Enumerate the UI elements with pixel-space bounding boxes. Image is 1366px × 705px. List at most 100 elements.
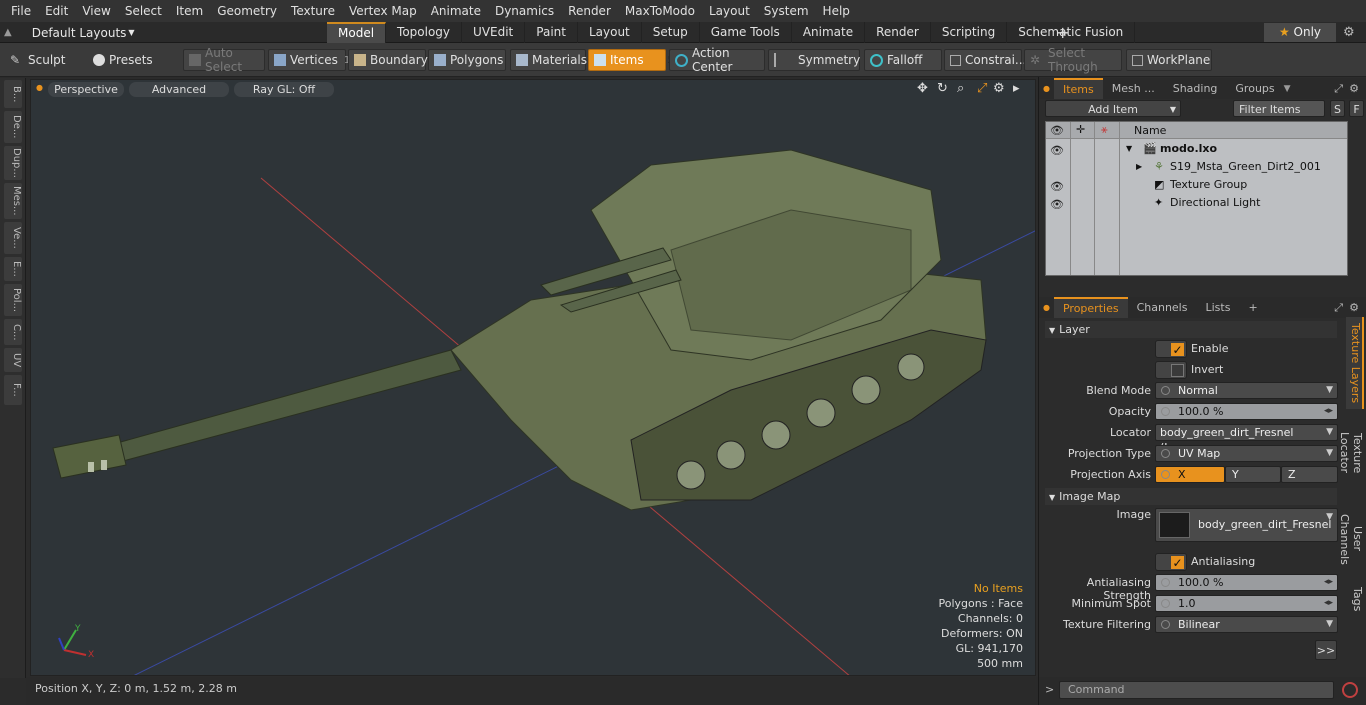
min-spot-field[interactable]: 1.0 ◂▸ — [1155, 595, 1338, 612]
filter-f-button[interactable]: F — [1349, 100, 1364, 117]
viewport-expand-icon[interactable]: ▸ — [1013, 81, 1020, 96]
tab-shading[interactable]: Shading — [1164, 79, 1227, 98]
left-tab-polygon[interactable]: Pol... — [4, 284, 22, 316]
antialiasing-checkbox[interactable]: ✓ — [1155, 553, 1187, 571]
workplane-button[interactable]: WorkPlane — [1126, 49, 1212, 71]
left-tab-basic[interactable]: B... — [4, 80, 22, 108]
tab-user-channels[interactable]: User Channels — [1338, 497, 1364, 581]
gear-icon[interactable]: ⚙ — [1343, 22, 1355, 43]
sculpt-button[interactable]: ✎ Sculpt — [5, 49, 85, 71]
tab-model[interactable]: Model — [327, 22, 387, 43]
tab-setup[interactable]: Setup — [642, 22, 700, 43]
tab-groups[interactable]: Groups — [1226, 79, 1283, 98]
add-tab-button[interactable]: + — [1056, 22, 1069, 43]
filtering-select[interactable]: Bilinear ▼ — [1155, 616, 1338, 633]
left-tab-uv[interactable]: UV — [4, 348, 22, 372]
tab-channels[interactable]: Channels — [1128, 298, 1197, 317]
menu-select[interactable]: Select — [118, 0, 169, 22]
menu-vertex-map[interactable]: Vertex Map — [342, 0, 424, 22]
view-type-dropdown[interactable]: Perspective — [48, 82, 124, 97]
tab-layout[interactable]: Layout — [578, 22, 642, 43]
viewport-menu-icon[interactable]: ● — [36, 83, 43, 92]
opacity-field[interactable]: 100.0 % ◂▸ — [1155, 403, 1338, 420]
add-item-button[interactable]: Add Item ▼ — [1045, 100, 1181, 117]
axis-y-button[interactable]: Y — [1225, 466, 1281, 483]
move-view-icon[interactable]: ✥ — [917, 81, 928, 96]
3d-viewport[interactable]: Y X ● Perspective Advanced Ray GL: Off ✥… — [30, 79, 1036, 676]
tabs-more-icon[interactable]: ▼ — [1284, 84, 1291, 94]
tab-animate[interactable]: Animate — [792, 22, 866, 43]
record-icon[interactable] — [1342, 682, 1358, 698]
menu-geometry[interactable]: Geometry — [210, 0, 284, 22]
menu-item[interactable]: Item — [169, 0, 210, 22]
viewport-gear-icon[interactable]: ⚙ — [993, 81, 1005, 96]
filter-s-button[interactable]: S — [1330, 100, 1345, 117]
tab-game-tools[interactable]: Game Tools — [700, 22, 792, 43]
constraints-button[interactable]: Constrai... — [944, 49, 1026, 71]
blend-mode-select[interactable]: Normal ▼ — [1155, 382, 1338, 399]
slider-arrows-icon[interactable]: ◂▸ — [1324, 404, 1333, 419]
menu-help[interactable]: Help — [816, 0, 857, 22]
tab-texture-locator[interactable]: Texture Locator — [1338, 411, 1364, 495]
left-tab-edge[interactable]: E... — [4, 257, 22, 281]
menu-edit[interactable]: Edit — [38, 0, 75, 22]
vertices-button[interactable]: Vertices 1 — [268, 49, 350, 71]
aa-strength-field[interactable]: 100.0 % ◂▸ — [1155, 574, 1338, 591]
expand-arrow-icon[interactable]: ▶ — [1136, 158, 1142, 176]
section-layer[interactable]: ▼ Layer — [1045, 321, 1337, 338]
axis-x-button[interactable]: X — [1155, 466, 1225, 483]
action-center-button[interactable]: Action Center — [669, 46, 765, 74]
list-item[interactable]: 👁 ◩ Texture Group — [1046, 176, 1347, 194]
tab-mesh[interactable]: Mesh ... — [1103, 79, 1164, 98]
menu-animate[interactable]: Animate — [424, 0, 488, 22]
projection-type-select[interactable]: UV Map ▼ — [1155, 445, 1338, 462]
tab-lists[interactable]: Lists — [1196, 298, 1239, 317]
left-tab-fusion[interactable]: F... — [4, 375, 22, 405]
tab-render[interactable]: Render — [865, 22, 931, 43]
tab-topology[interactable]: Topology — [386, 22, 463, 43]
slider-arrows-icon[interactable]: ◂▸ — [1324, 596, 1333, 611]
more-button[interactable]: >> — [1315, 640, 1337, 660]
menu-render[interactable]: Render — [561, 0, 618, 22]
tab-tags[interactable]: Tags — [1346, 583, 1364, 615]
maximize-icon[interactable]: ⤢ — [977, 81, 987, 96]
tab-scripting[interactable]: Scripting — [931, 22, 1008, 43]
image-select[interactable]: body_green_dirt_Fresnel ▼ — [1155, 508, 1338, 542]
name-column-header[interactable]: Name — [1134, 124, 1166, 137]
add-tab-button[interactable]: + — [1239, 298, 1266, 317]
eye-icon[interactable]: 👁 — [1050, 196, 1064, 214]
list-item[interactable]: 👁 ▼ 🎬 modo.lxo — [1046, 140, 1347, 158]
only-button[interactable]: ★ Only — [1264, 23, 1336, 42]
menu-layout[interactable]: Layout — [702, 0, 757, 22]
menu-texture[interactable]: Texture — [284, 0, 342, 22]
left-tab-duplicate[interactable]: Dup... — [4, 146, 22, 180]
tab-schematic-fusion[interactable]: Schematic Fusion — [1007, 22, 1136, 43]
presets-button[interactable]: Presets — [88, 49, 170, 71]
zoom-view-icon[interactable]: ⌕ — [957, 81, 964, 96]
list-item[interactable]: 👁 ✦ Directional Light — [1046, 194, 1347, 212]
expand-arrow-icon[interactable]: ▼ — [1126, 140, 1132, 158]
axis-z-button[interactable]: Z — [1281, 466, 1338, 483]
left-tab-mesh-edit[interactable]: Mes... — [4, 183, 22, 219]
tab-paint[interactable]: Paint — [525, 22, 578, 43]
panel-expand-icon[interactable]: ⤢ — [1334, 82, 1343, 96]
section-image-map[interactable]: ▼ Image Map — [1045, 488, 1337, 505]
panel-gear-icon[interactable]: ⚙ — [1349, 82, 1359, 95]
menu-dynamics[interactable]: Dynamics — [488, 0, 561, 22]
symmetry-button[interactable]: Symmetry — [768, 49, 860, 71]
left-tab-curve[interactable]: C... — [4, 319, 22, 345]
menu-file[interactable]: File — [4, 0, 38, 22]
left-tab-deform[interactable]: De... — [4, 111, 22, 143]
panel-expand-icon[interactable]: ⤢ — [1334, 301, 1343, 315]
locator-select[interactable]: body_green_dirt_Fresnel (Imag...▼ — [1155, 424, 1338, 454]
tab-texture-layers[interactable]: Texture Layers — [1346, 317, 1364, 409]
layout-dropdown[interactable]: ▲ Default Layouts ▼ — [4, 24, 135, 41]
left-tab-vertex[interactable]: Ve... — [4, 222, 22, 254]
shading-dropdown[interactable]: Advanced — [129, 82, 229, 97]
tab-properties[interactable]: Properties — [1053, 297, 1128, 318]
rotate-view-icon[interactable]: ↻ — [937, 81, 948, 96]
slider-arrows-icon[interactable]: ◂▸ — [1324, 575, 1333, 590]
enable-checkbox[interactable]: ✓ — [1155, 340, 1187, 358]
items-button[interactable]: Items 5 — [588, 49, 674, 71]
panel-gear-icon[interactable]: ⚙ — [1349, 301, 1359, 314]
